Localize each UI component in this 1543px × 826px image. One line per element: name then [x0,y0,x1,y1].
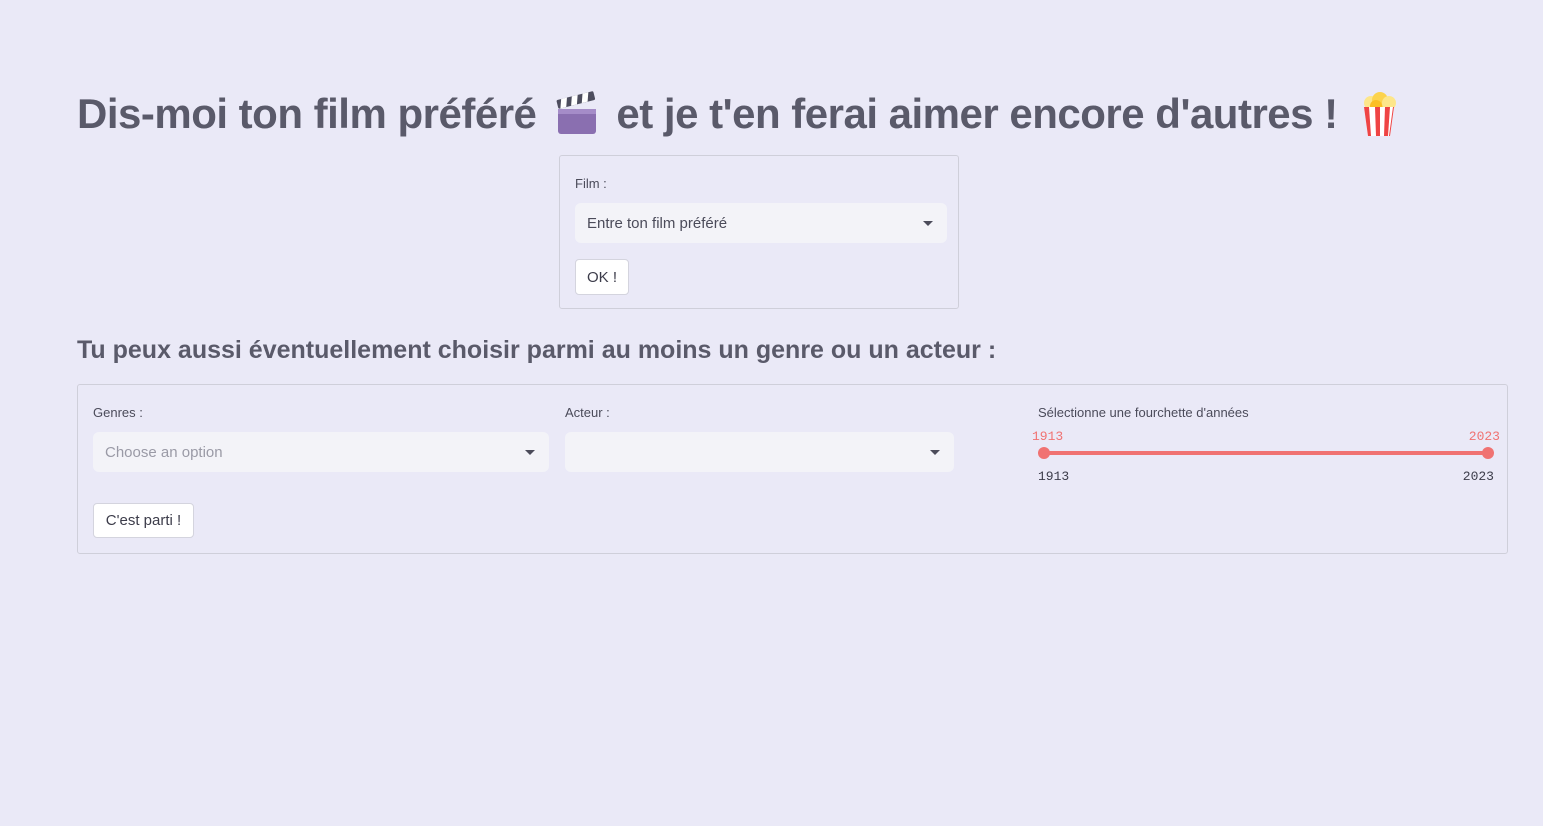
slider-min-label: 1913 [1038,469,1070,484]
title-part-2: et je t'en ferai aimer encore d'autres ! [616,90,1338,137]
filter-subtitle: Tu peux aussi éventuellement choisir par… [77,336,997,364]
year-range-slider[interactable] [1038,447,1494,459]
film-select[interactable]: Entre ton film préféré [575,203,947,243]
chevron-down-icon [930,450,940,455]
genres-placeholder: Choose an option [105,443,223,461]
page-title: Dis-moi ton film préféré et je t'en fera… [77,86,1418,142]
clapperboard-icon [554,91,600,137]
slider-high-value: 2023 [1468,429,1500,444]
filter-form: Genres : Choose an option Acteur : Sélec… [77,384,1508,554]
chevron-down-icon [923,221,933,226]
actor-label: Acteur : [565,405,610,420]
chevron-down-icon [525,450,535,455]
slider-thumb-low[interactable] [1038,447,1050,459]
slider-track [1044,451,1488,455]
genres-select[interactable]: Choose an option [93,432,549,472]
cest-parti-button[interactable]: C'est parti ! [93,503,194,538]
slider-max-label: 2023 [1462,469,1494,484]
slider-thumb-high[interactable] [1482,447,1494,459]
genres-label: Genres : [93,405,143,420]
slider-low-value: 1913 [1032,429,1064,444]
film-form: Film : Entre ton film préféré OK ! [559,155,959,309]
film-select-value: Entre ton film préféré [587,214,728,232]
year-range-label: Sélectionne une fourchette d'années [1038,405,1249,420]
ok-button[interactable]: OK ! [575,259,629,295]
title-part-1: Dis-moi ton film préféré [77,90,537,137]
popcorn-icon [1356,91,1402,137]
film-label: Film : [575,176,607,191]
actor-select[interactable] [565,432,954,472]
